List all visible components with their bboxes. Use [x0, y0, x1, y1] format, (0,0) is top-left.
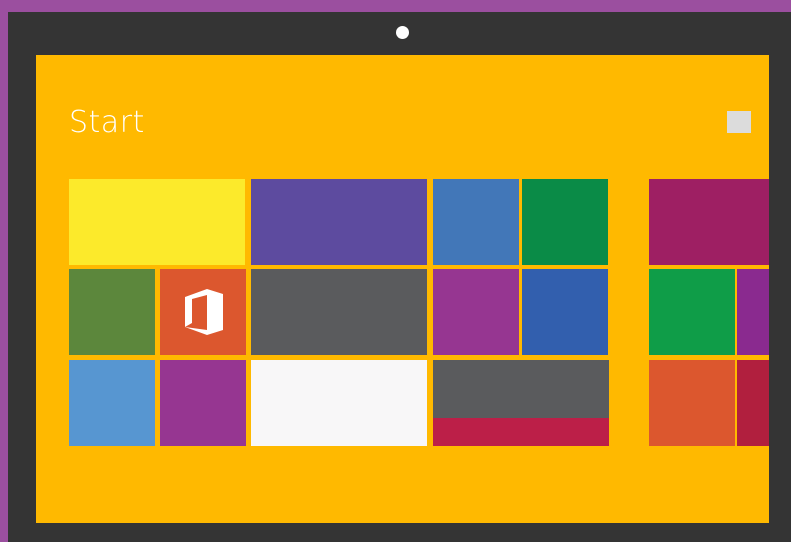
tile-orange[interactable] [649, 360, 735, 446]
tablet-bezel: Start [8, 12, 791, 542]
tile-white-wide[interactable] [251, 360, 427, 446]
tile-purple[interactable] [160, 360, 246, 446]
tile-crimson-strip[interactable] [433, 418, 609, 446]
tile-magenta[interactable] [433, 269, 519, 355]
tile-yellow-wide[interactable] [69, 179, 245, 265]
tile-purple-wide[interactable] [251, 179, 427, 265]
camera-icon [396, 26, 409, 39]
tile-office[interactable] [160, 269, 246, 355]
tile-royal-blue[interactable] [522, 269, 608, 355]
tile-crimson-2[interactable] [737, 360, 769, 446]
tile-green[interactable] [522, 179, 608, 265]
tile-olive-green[interactable] [69, 269, 155, 355]
tile-light-blue[interactable] [69, 360, 155, 446]
tile-blue[interactable] [433, 179, 519, 265]
tile-gray-wide[interactable] [433, 360, 609, 418]
tile-dark-gray-wide[interactable] [251, 269, 427, 355]
tile-maroon-wide[interactable] [649, 179, 769, 265]
office-icon [185, 289, 223, 335]
tile-green-2[interactable] [649, 269, 735, 355]
start-title: Start [69, 105, 145, 140]
tile-purple-2[interactable] [737, 269, 769, 355]
start-screen: Start [36, 55, 769, 523]
user-account-icon[interactable] [727, 111, 751, 133]
